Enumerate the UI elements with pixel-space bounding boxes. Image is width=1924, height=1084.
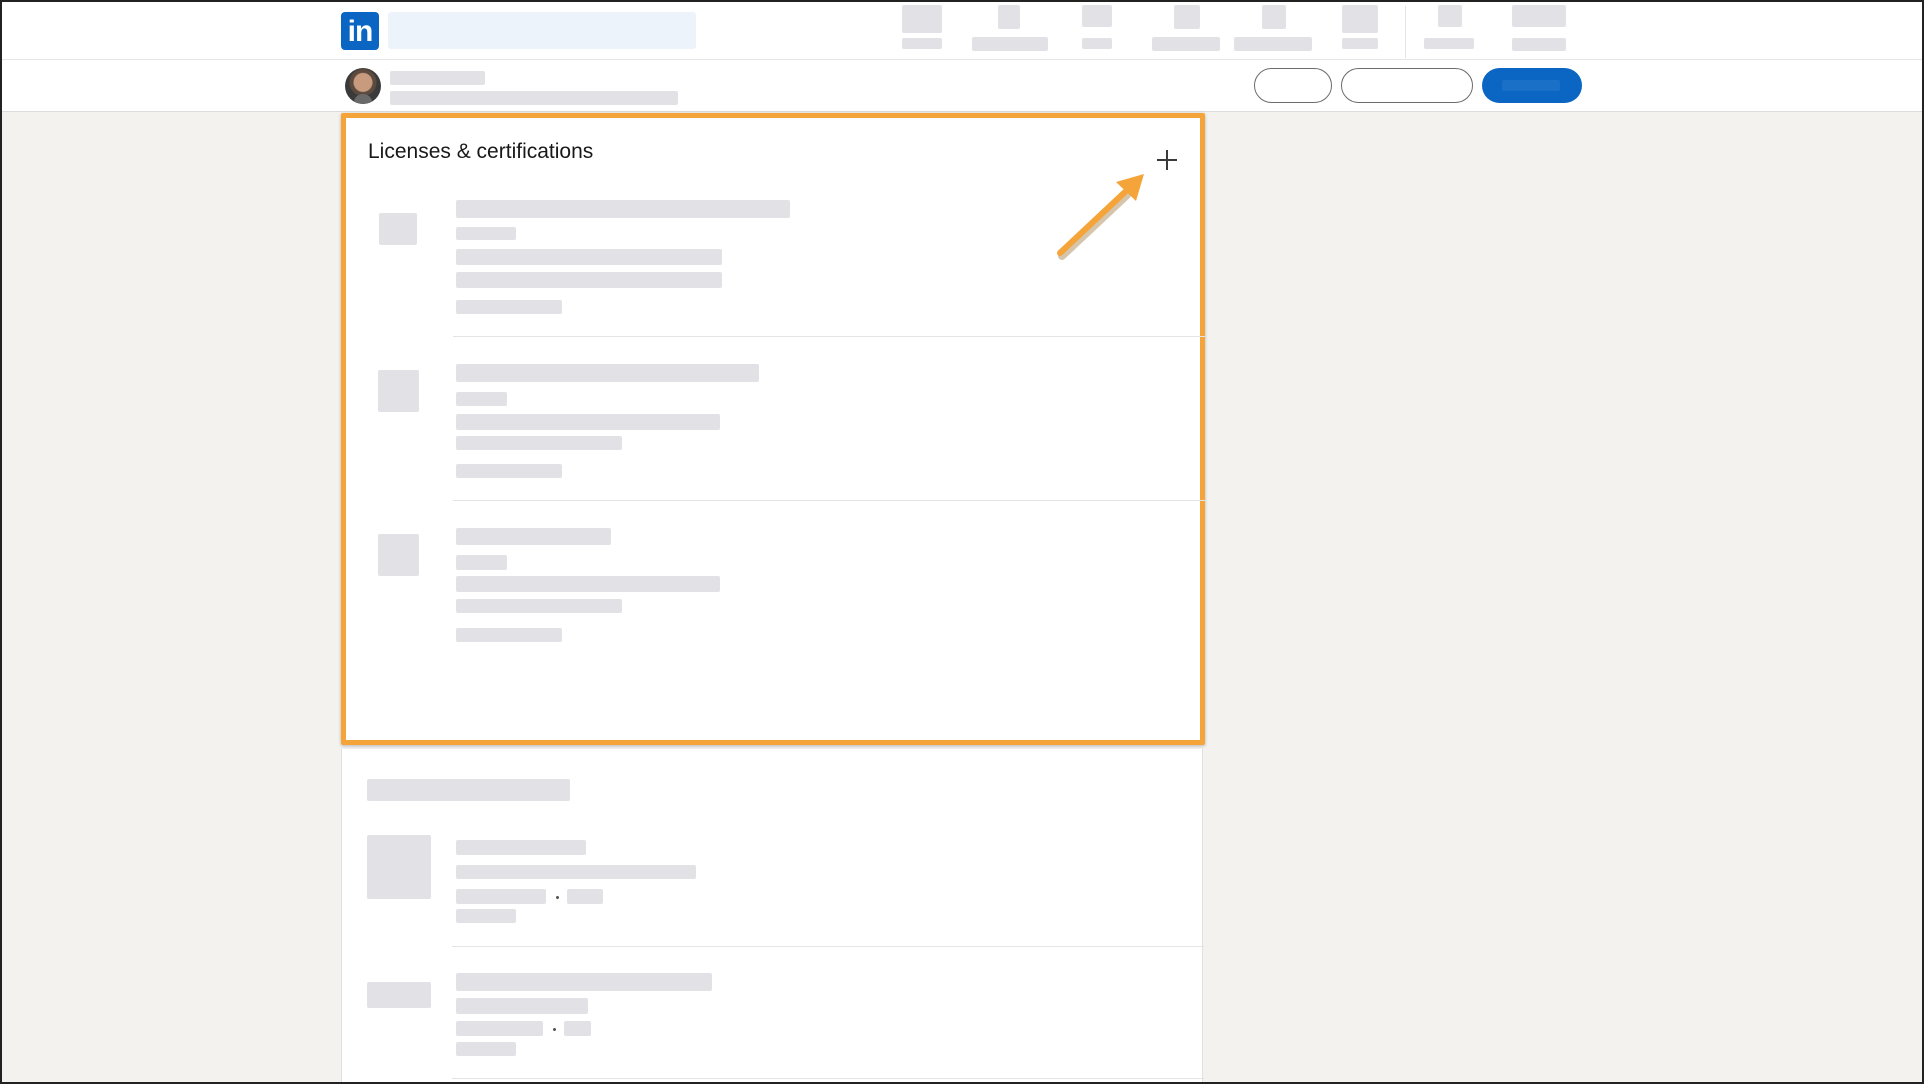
certification-date-placeholder <box>456 414 720 430</box>
show-credential-placeholder <box>456 628 562 642</box>
profile-headline-placeholder <box>390 91 678 105</box>
certification-date-placeholder <box>456 249 722 265</box>
nav-item-premium[interactable] <box>1512 5 1566 55</box>
separator-dot <box>556 896 559 899</box>
entry-logo-placeholder <box>367 982 431 1008</box>
certification-issuer-placeholder <box>456 227 516 240</box>
certification-name-placeholder <box>456 200 790 218</box>
entry-duration-placeholder <box>564 1021 591 1036</box>
certification-logo-placeholder <box>379 213 417 245</box>
nav-messaging-label <box>1152 37 1220 51</box>
nav-messaging-icon <box>1174 5 1200 29</box>
separator-dot <box>553 1028 556 1031</box>
nav-network-icon <box>998 5 1020 29</box>
certification-name-placeholder <box>456 364 759 382</box>
entry-subtitle-placeholder <box>456 998 588 1014</box>
nav-divider <box>1405 6 1406 58</box>
item-divider <box>453 500 1205 501</box>
item-divider <box>452 946 1204 947</box>
entry-title-placeholder <box>456 840 586 855</box>
item-divider <box>452 1078 1204 1079</box>
nav-me-label <box>1342 38 1378 49</box>
section-title: Licenses & certifications <box>368 140 594 163</box>
next-section-card <box>341 749 1204 1084</box>
entry-subtitle-placeholder <box>456 865 696 879</box>
open-to-button[interactable] <box>1482 68 1582 103</box>
nav-item-me[interactable] <box>1342 5 1378 55</box>
show-credential-placeholder <box>456 464 562 478</box>
certification-credential-placeholder <box>456 599 622 613</box>
nav-home-icon <box>902 5 942 33</box>
nav-item-messaging[interactable] <box>1152 5 1220 55</box>
entry-title-placeholder <box>456 973 712 991</box>
nav-premium-label <box>1512 38 1566 51</box>
profile-sticky-bar <box>0 60 1924 112</box>
add-profile-section-button[interactable] <box>1341 68 1473 103</box>
linkedin-logo[interactable]: in <box>341 12 379 50</box>
entry-duration-placeholder <box>567 889 603 904</box>
nav-work-grid-icon <box>1438 5 1462 27</box>
show-credential-placeholder <box>456 300 562 314</box>
nav-premium-icon <box>1512 5 1566 27</box>
nav-item-network[interactable] <box>972 5 1048 55</box>
add-certification-button[interactable] <box>1151 144 1183 176</box>
nav-notifications-icon <box>1262 5 1286 29</box>
certification-logo-placeholder <box>378 534 419 576</box>
certification-name-placeholder <box>456 528 611 545</box>
certification-issuer-placeholder <box>456 392 507 406</box>
nav-item-home[interactable] <box>902 5 942 55</box>
search-input-placeholder[interactable] <box>388 12 696 49</box>
certification-credential-placeholder <box>456 436 622 450</box>
nav-work-label <box>1424 38 1474 49</box>
item-divider <box>453 336 1205 337</box>
nav-me-icon <box>1342 5 1378 33</box>
nav-item-work[interactable] <box>1424 5 1474 55</box>
plus-icon <box>1157 150 1177 170</box>
nav-jobs-label <box>1082 38 1112 49</box>
certification-credential-placeholder <box>456 272 722 288</box>
nav-notifications-label <box>1234 37 1312 51</box>
nav-item-jobs[interactable] <box>1082 5 1112 55</box>
entry-location-placeholder <box>456 909 516 923</box>
entry-date-placeholder <box>456 1021 543 1036</box>
certification-issuer-placeholder <box>456 555 507 570</box>
entry-location-placeholder <box>456 1042 516 1056</box>
entry-logo-placeholder <box>367 835 431 899</box>
profile-name-placeholder <box>390 71 485 85</box>
section-title-placeholder <box>367 779 570 801</box>
entry-date-placeholder <box>456 889 546 904</box>
open-to-label-placeholder <box>1502 80 1560 91</box>
nav-jobs-icon <box>1082 5 1112 27</box>
licenses-certifications-card: Licenses & certifications <box>341 113 1205 745</box>
global-nav: in <box>0 0 1924 60</box>
avatar <box>345 68 381 104</box>
nav-home-label <box>902 38 942 49</box>
nav-item-notifications[interactable] <box>1234 5 1312 55</box>
nav-network-label <box>972 37 1048 51</box>
certification-date-placeholder <box>456 576 720 592</box>
certification-logo-placeholder <box>378 370 419 412</box>
more-button[interactable] <box>1254 68 1332 103</box>
